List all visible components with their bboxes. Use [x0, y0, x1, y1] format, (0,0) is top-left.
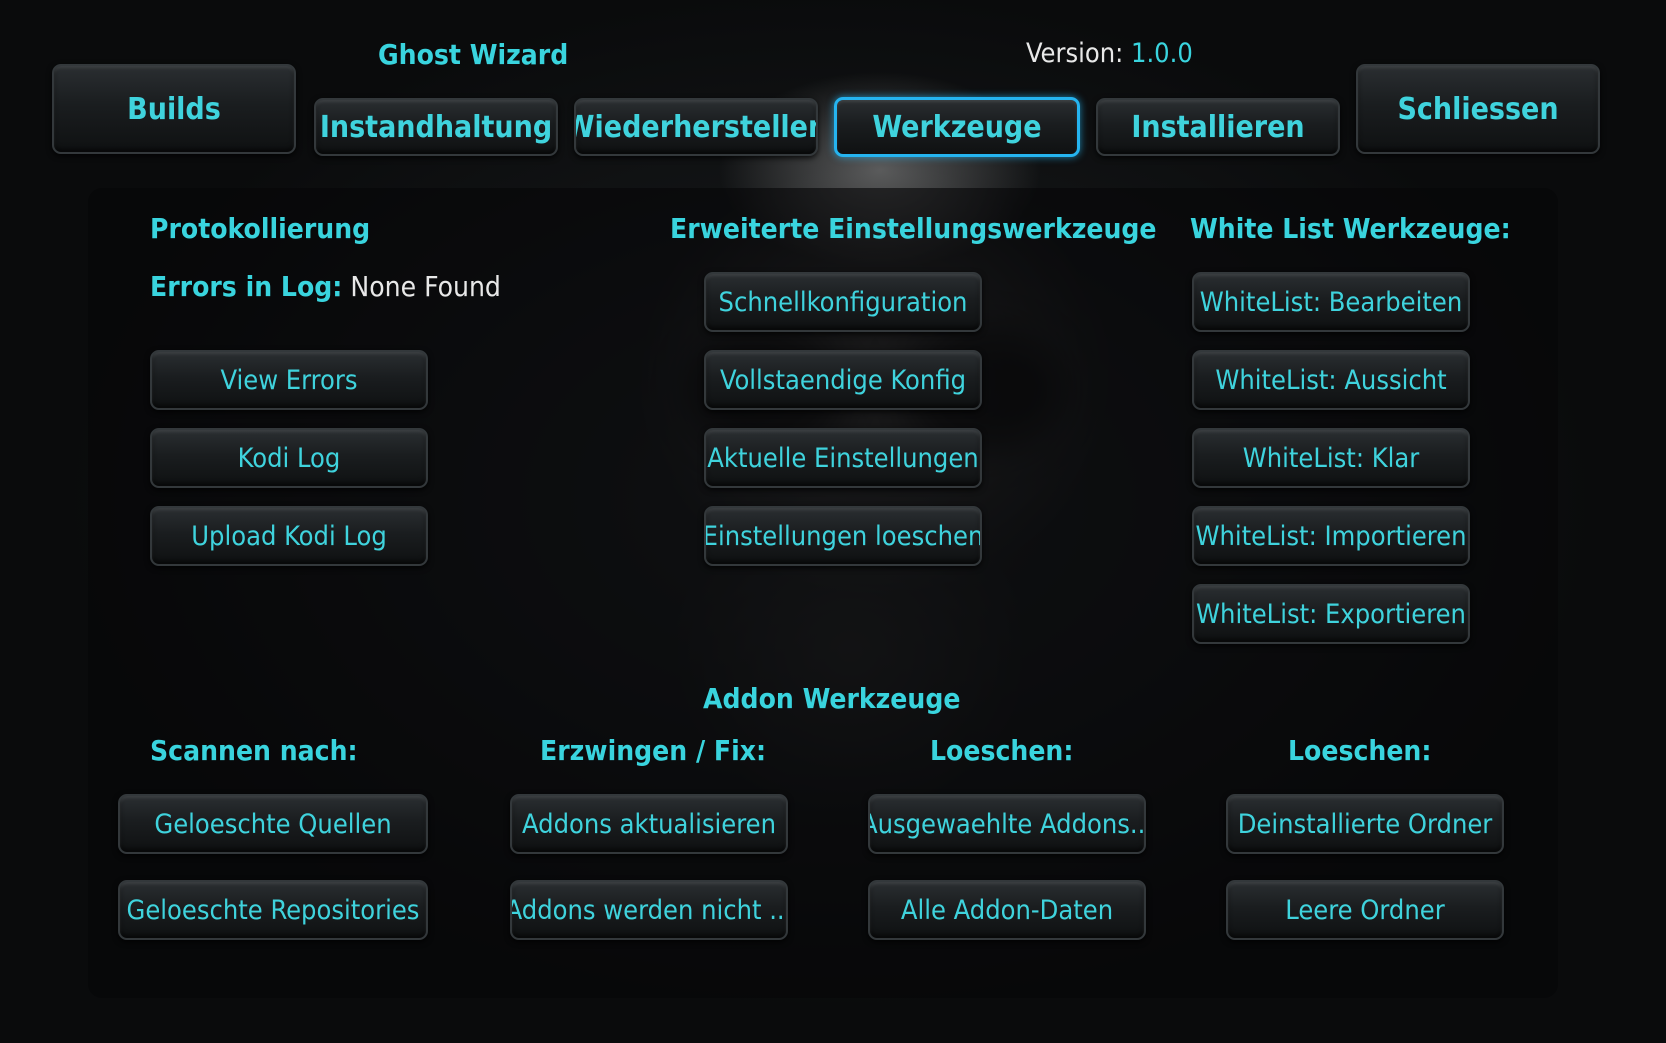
tab-builds[interactable]: Builds	[52, 64, 296, 154]
tab-werkzeuge[interactable]: Werkzeuge	[834, 97, 1080, 157]
current-settings-button[interactable]: Aktuelle Einstellungen	[704, 428, 982, 488]
tab-instandhaltung[interactable]: Instandhaltung	[314, 98, 558, 156]
button-label: Addons aktualisieren	[522, 808, 776, 840]
button-label: WhiteList: Aussicht	[1215, 364, 1447, 396]
button-label: Addons werden nicht ...	[510, 894, 788, 926]
delete-heading-2: Loeschen:	[1288, 734, 1432, 767]
errors-label: Errors in Log:	[150, 270, 343, 303]
button-label: WhiteList: Exportieren	[1196, 598, 1466, 630]
button-label: View Errors	[220, 364, 358, 396]
tab-label: Installieren	[1131, 109, 1305, 145]
version-number: 1.0.0	[1131, 38, 1193, 69]
force-fix-heading: Erzwingen / Fix:	[540, 734, 767, 767]
advanced-heading: Erweiterte Einstellungswerkzeuge	[670, 212, 1157, 245]
logging-heading: Protokollierung	[150, 212, 371, 245]
selected-addons-button[interactable]: Ausgewaehlte Addons...	[868, 794, 1146, 854]
all-addon-data-button[interactable]: Alle Addon-Daten	[868, 880, 1146, 940]
whitelist-view-button[interactable]: WhiteList: Aussicht	[1192, 350, 1470, 410]
full-config-button[interactable]: Vollstaendige Konfig	[704, 350, 982, 410]
button-label: WhiteList: Importieren	[1195, 520, 1467, 552]
tab-label: Wiederherstellen	[574, 109, 818, 145]
empty-folders-button[interactable]: Leere Ordner	[1226, 880, 1504, 940]
view-errors-button[interactable]: View Errors	[150, 350, 428, 410]
button-label: Einstellungen loeschen	[704, 520, 982, 552]
uninstalled-folders-button[interactable]: Deinstallierte Ordner	[1226, 794, 1504, 854]
button-label: Kodi Log	[237, 442, 341, 474]
button-label: Schnellkonfiguration	[718, 286, 968, 318]
update-addons-button[interactable]: Addons aktualisieren	[510, 794, 788, 854]
button-label: Alle Addon-Daten	[900, 894, 1114, 926]
errors-value: None Found	[350, 270, 501, 303]
tab-schliessen[interactable]: Schliessen	[1356, 64, 1600, 154]
button-label: Upload Kodi Log	[191, 520, 387, 552]
tab-label: Builds	[127, 91, 221, 127]
whitelist-edit-button[interactable]: WhiteList: Bearbeiten	[1192, 272, 1470, 332]
whitelist-heading: White List Werkzeuge:	[1190, 212, 1511, 245]
button-label: Vollstaendige Konfig	[719, 364, 967, 396]
upload-kodi-log-button[interactable]: Upload Kodi Log	[150, 506, 428, 566]
version-text: Version: 1.0.0	[1026, 38, 1193, 69]
whitelist-import-button[interactable]: WhiteList: Importieren	[1192, 506, 1470, 566]
tab-wiederherstellen[interactable]: Wiederherstellen	[574, 98, 818, 156]
whitelist-export-button[interactable]: WhiteList: Exportieren	[1192, 584, 1470, 644]
scan-heading: Scannen nach:	[150, 734, 358, 767]
deleted-repositories-button[interactable]: Geloeschte Repositories	[118, 880, 428, 940]
tab-label: Schliessen	[1397, 91, 1559, 127]
button-label: Ausgewaehlte Addons...	[868, 808, 1146, 840]
button-label: Geloeschte Quellen	[154, 808, 392, 840]
tab-label: Instandhaltung	[319, 109, 553, 145]
errors-in-log: Errors in Log: None Found	[150, 270, 501, 303]
button-label: Geloeschte Repositories	[126, 894, 420, 926]
button-label: Leere Ordner	[1285, 894, 1445, 926]
quick-config-button[interactable]: Schnellkonfiguration	[704, 272, 982, 332]
deleted-sources-button[interactable]: Geloeschte Quellen	[118, 794, 428, 854]
app-title: Ghost Wizard	[378, 38, 569, 71]
button-label: Aktuelle Einstellungen	[707, 442, 979, 474]
version-label: Version:	[1026, 38, 1124, 69]
button-label: WhiteList: Bearbeiten	[1199, 286, 1463, 318]
delete-settings-button[interactable]: Einstellungen loeschen	[704, 506, 982, 566]
addons-not-loading-button[interactable]: Addons werden nicht ...	[510, 880, 788, 940]
button-label: Deinstallierte Ordner	[1237, 808, 1493, 840]
kodi-log-button[interactable]: Kodi Log	[150, 428, 428, 488]
addon-tools-heading: Addon Werkzeuge	[703, 682, 961, 715]
whitelist-clear-button[interactable]: WhiteList: Klar	[1192, 428, 1470, 488]
button-label: WhiteList: Klar	[1242, 442, 1420, 474]
tab-installieren[interactable]: Installieren	[1096, 98, 1340, 156]
tab-label: Werkzeuge	[872, 109, 1042, 145]
delete-heading-1: Loeschen:	[930, 734, 1074, 767]
